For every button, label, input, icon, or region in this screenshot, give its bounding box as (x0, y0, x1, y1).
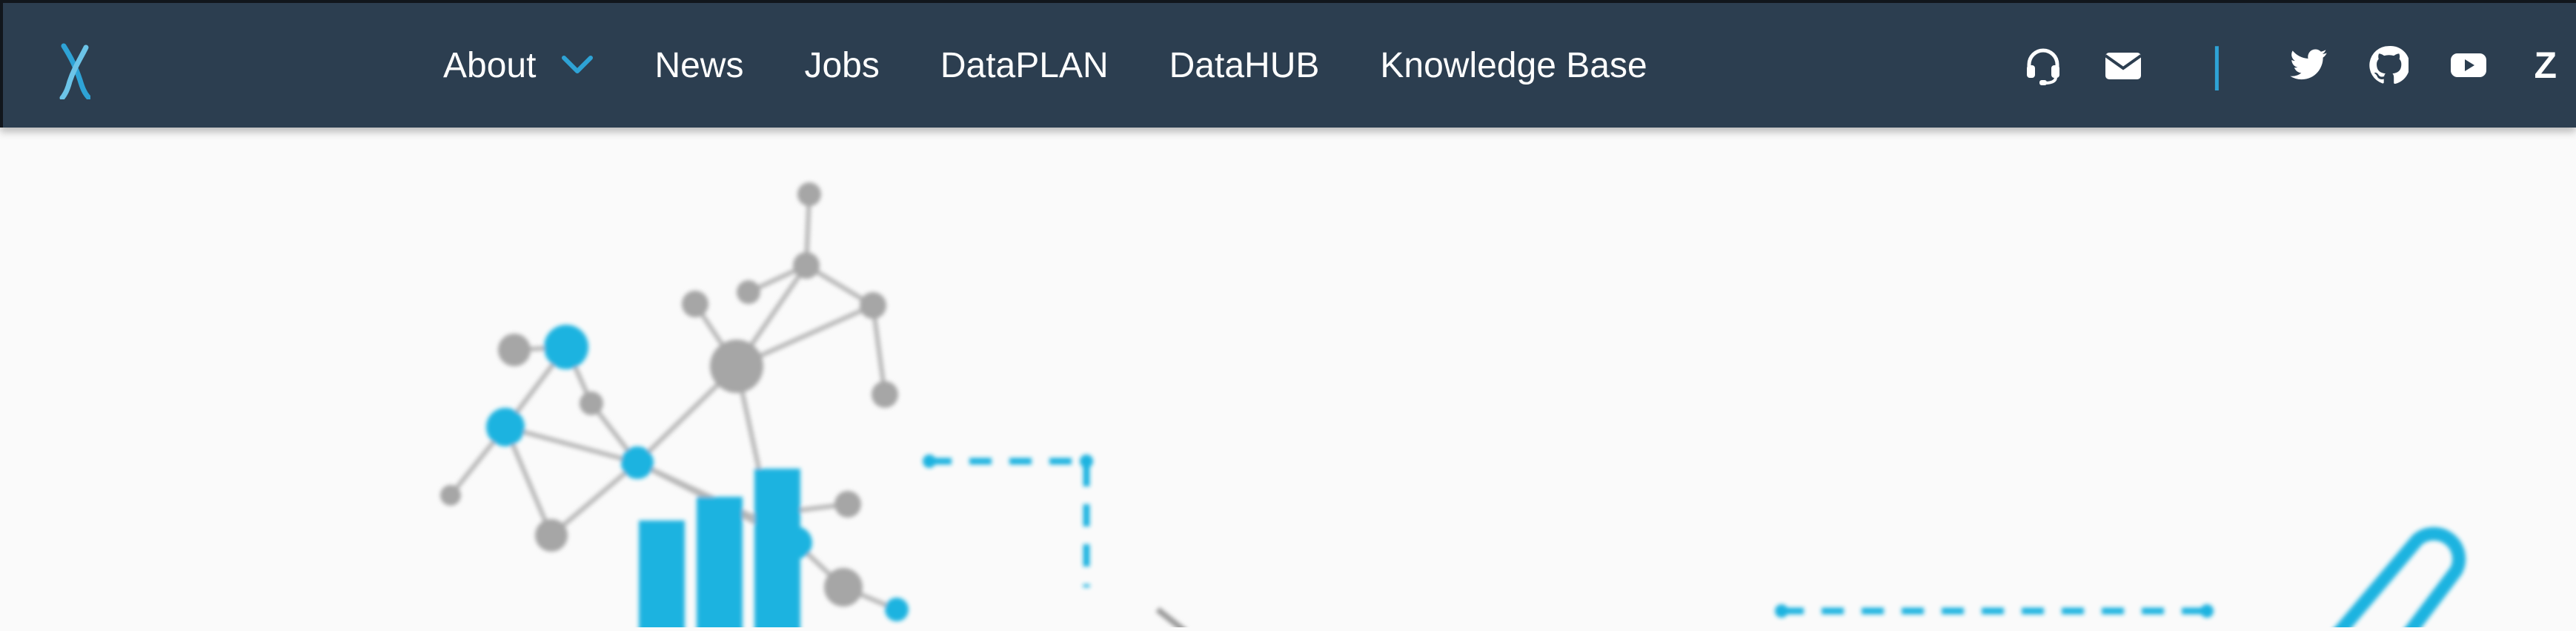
nav-item-news-label: News (654, 45, 744, 85)
bar-graphic (639, 469, 800, 631)
twitter-link[interactable] (2286, 43, 2331, 87)
twitter-icon (2290, 49, 2328, 80)
main-nav-menu: About News Jobs DataPLAN DataHUB Knowled… (443, 3, 1647, 128)
nav-item-about[interactable]: About (443, 45, 594, 86)
chevron-down-icon (562, 56, 594, 73)
paperclip-graphic (2331, 526, 2466, 631)
contact-email-button[interactable] (2101, 43, 2145, 87)
envelope-icon (2105, 53, 2142, 79)
nav-item-datahub-label: DataHUB (1169, 45, 1320, 85)
nav-item-about-label: About (443, 45, 537, 85)
gray-arrow-stroke (1155, 607, 1188, 631)
nav-item-jobs-label: Jobs (804, 45, 880, 85)
github-link[interactable] (2366, 43, 2411, 87)
nav-item-knowledge-base-label: Knowledge Base (1380, 45, 1647, 85)
nav-divider: | (2209, 39, 2225, 91)
youtube-link[interactable] (2446, 43, 2491, 87)
nav-item-news[interactable]: News (654, 45, 743, 86)
nav-item-datahub[interactable]: DataHUB (1169, 45, 1320, 86)
dashed-connector-left (929, 457, 1090, 587)
nav-item-knowledge-base[interactable]: Knowledge Base (1380, 45, 1647, 86)
hero-illustration (440, 182, 2466, 631)
helpdesk-button[interactable] (2021, 43, 2065, 87)
hero-banner (0, 128, 2576, 631)
github-icon (2369, 45, 2409, 85)
headset-icon (2027, 48, 2060, 85)
site-logo-icon[interactable] (59, 43, 90, 99)
youtube-icon (2451, 53, 2487, 77)
nav-item-dataplan[interactable]: DataPLAN (940, 45, 1109, 86)
nav-item-jobs[interactable]: Jobs (804, 45, 879, 86)
zulip-chat-link[interactable]: Z (2534, 44, 2557, 87)
nav-right-icons: | Z (1985, 3, 2576, 128)
top-navbar: About News Jobs DataPLAN DataHUB Knowled… (0, 0, 2576, 128)
nav-item-dataplan-label: DataPLAN (940, 45, 1109, 85)
